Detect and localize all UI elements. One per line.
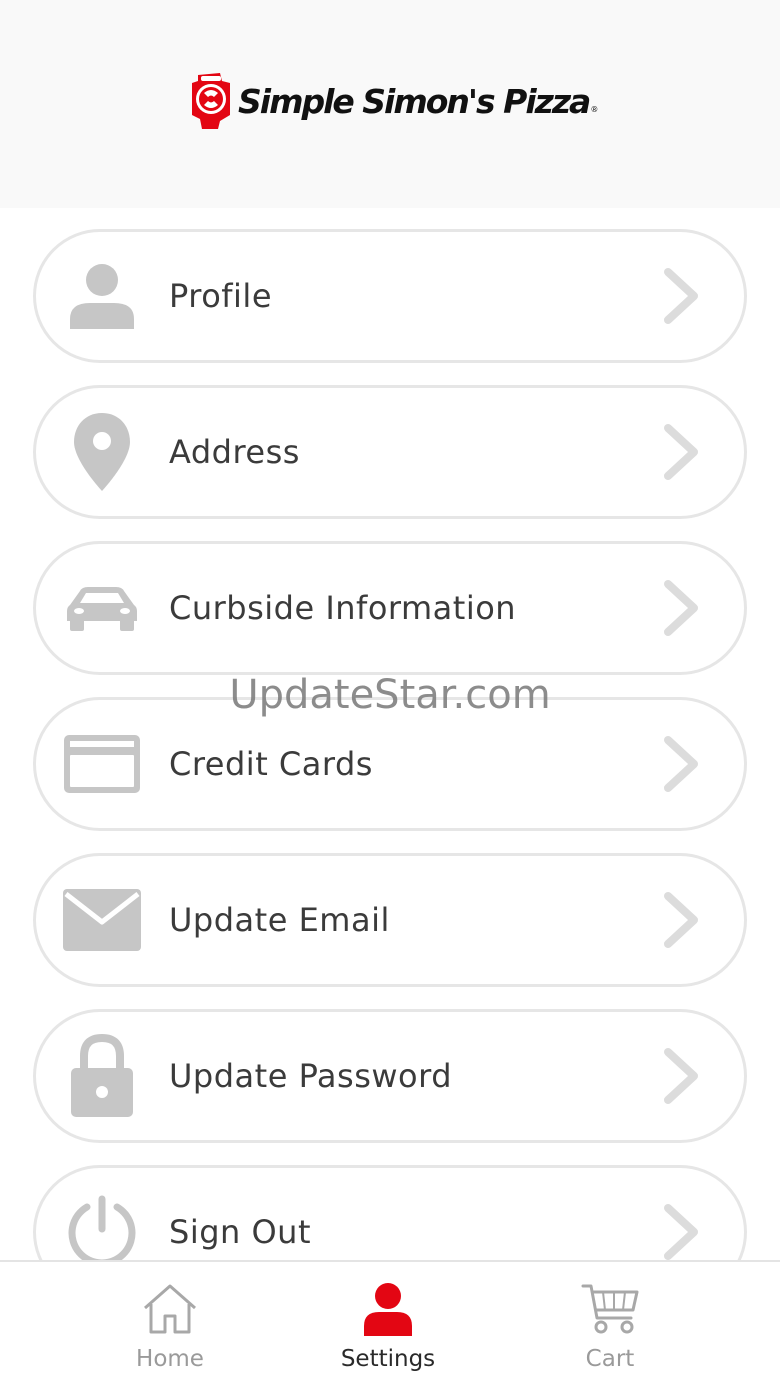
menu-item-update-password[interactable]: Update Password xyxy=(33,1009,747,1143)
chevron-right-icon xyxy=(664,1204,698,1260)
menu-item-label: Address xyxy=(169,433,300,471)
menu-item-address[interactable]: Address xyxy=(33,385,747,519)
menu-item-label: Profile xyxy=(169,277,272,315)
settings-menu: Profile Address Curbside Information Cre… xyxy=(33,229,747,1321)
menu-item-credit-cards[interactable]: Credit Cards xyxy=(33,697,747,831)
credit-card-icon xyxy=(60,722,144,806)
settings-screen: Simple Simon's Pizza ® Profile Address C… xyxy=(0,0,780,1387)
logo-text: Simple Simon's Pizza xyxy=(238,81,591,121)
menu-item-label: Credit Cards xyxy=(169,745,373,783)
chevron-right-icon xyxy=(664,268,698,324)
car-icon xyxy=(60,566,144,650)
chevron-right-icon xyxy=(664,736,698,792)
envelope-icon xyxy=(60,878,144,962)
simple-simon-logo-icon xyxy=(192,73,230,129)
menu-item-label: Curbside Information xyxy=(169,589,517,627)
home-icon xyxy=(144,1284,196,1334)
tab-settings[interactable]: Settings xyxy=(288,1262,488,1387)
person-icon xyxy=(60,254,144,338)
menu-item-label: Update Password xyxy=(169,1057,453,1095)
tab-cart[interactable]: Cart xyxy=(510,1262,710,1387)
person-icon xyxy=(364,1283,412,1336)
menu-item-curbside[interactable]: Curbside Information xyxy=(33,541,747,675)
tab-label: Settings xyxy=(340,1346,436,1372)
tab-home[interactable]: Home xyxy=(70,1262,270,1387)
chevron-right-icon xyxy=(664,580,698,636)
tab-label: Home xyxy=(136,1346,204,1372)
menu-item-profile[interactable]: Profile xyxy=(33,229,747,363)
tab-bar: Home Settings Cart xyxy=(0,1260,780,1387)
registered-mark: ® xyxy=(590,105,599,114)
chevron-right-icon xyxy=(664,1048,698,1104)
chevron-right-icon xyxy=(664,892,698,948)
cart-icon xyxy=(581,1284,639,1334)
lock-icon xyxy=(60,1034,144,1118)
header: Simple Simon's Pizza ® xyxy=(0,0,780,208)
menu-item-label: Update Email xyxy=(169,901,390,939)
menu-item-update-email[interactable]: Update Email xyxy=(33,853,747,987)
brand-logo: Simple Simon's Pizza ® xyxy=(190,70,598,132)
location-pin-icon xyxy=(60,410,144,494)
chevron-right-icon xyxy=(664,424,698,480)
tab-label: Cart xyxy=(585,1346,635,1372)
menu-item-label: Sign Out xyxy=(169,1213,311,1251)
